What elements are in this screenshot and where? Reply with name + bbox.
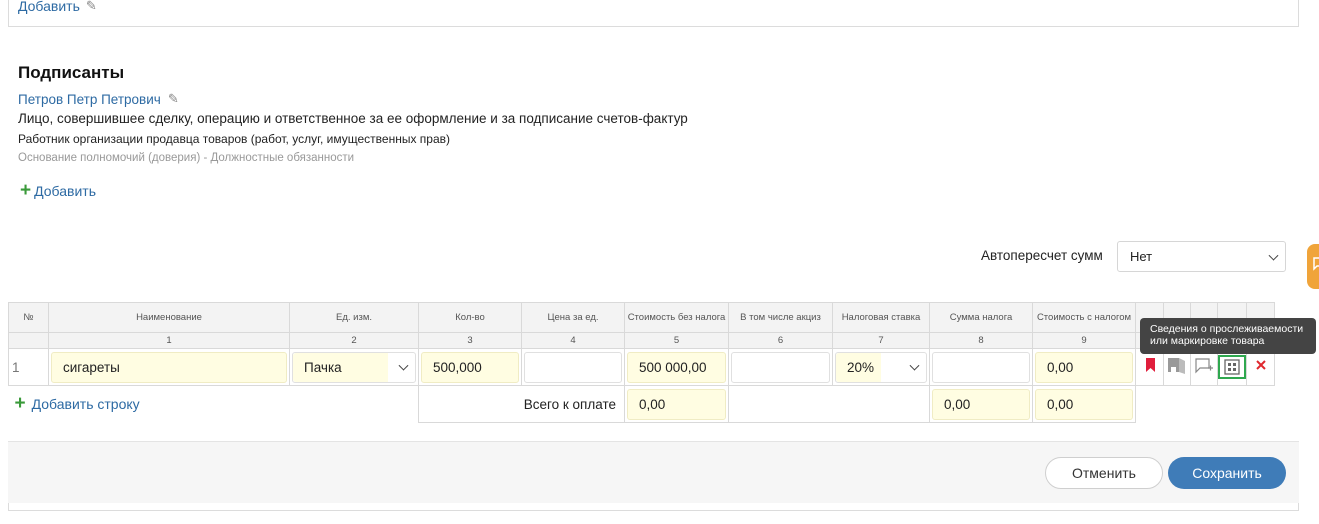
col-header-name: Наименование [48,302,290,333]
col-header-cost-no-tax: Стоимость без налога [624,302,729,333]
chevron-down-icon [1268,250,1279,261]
cost-no-tax-cell: 500 000,00 [624,348,729,386]
bookmark-icon[interactable] [1143,357,1157,373]
delete-cell [1246,348,1275,386]
tax-rate-select[interactable]: 20% [835,351,927,383]
tooltip-line1: Сведения о прослеживаемости [1150,323,1304,335]
signer-role: Лицо, совершившее сделку, операцию и отв… [18,111,688,126]
col-number: 9 [1032,332,1136,349]
pencil-icon[interactable]: ✎ [168,91,179,107]
cost-no-tax-input[interactable]: 500 000,00 [627,351,726,383]
col-header-excise: В том числе акциз [728,302,833,333]
top-add-link[interactable]: Добавить ✎ [18,0,97,14]
comment-icon [1313,257,1319,271]
total-empty-cell [728,385,930,423]
items-table: № Наименование Ед. изм. Кол-во Цена за е… [8,302,1275,423]
unit-select[interactable]: Пачка [292,351,416,383]
total-blank [1136,386,1275,423]
total-with-tax-cell: 0,00 [1032,385,1136,423]
col-header-num: № [8,302,49,333]
chevron-down-icon [398,360,409,371]
excise-input[interactable] [731,351,830,383]
col-number: 2 [289,332,419,349]
col-number: 5 [624,332,729,349]
total-cost-no-tax: 0,00 [627,388,726,420]
bookmark-cell [1135,348,1164,386]
comment-cell [1190,348,1218,386]
tax-sum-cell [929,348,1033,386]
tax-sum-input[interactable] [932,351,1030,383]
plus-icon: + [20,180,32,201]
add-row-cell: + Добавить строку [8,385,419,423]
qty-cell: 500,000 [418,348,522,386]
traceability-icon [1224,358,1240,375]
total-with-tax: 0,00 [1035,388,1133,420]
col-number-empty [8,332,49,349]
plus-icon: + [14,393,26,415]
col-number: 4 [521,332,625,349]
signer-name[interactable]: Петров Петр Петрович [18,92,161,107]
col-number: 8 [929,332,1033,349]
delete-icon[interactable] [1255,359,1267,371]
recalc-value: Нет [1130,249,1153,264]
total-row: + Добавить строку Всего к оплате 0,00 0,… [8,385,1275,423]
col-number: 7 [832,332,930,349]
top-add-label[interactable]: Добавить [18,0,80,14]
col-number: 1 [48,332,290,349]
signer-authority: Основание полномочий (доверия) - Должнос… [18,152,355,164]
table-row: 1 сигареты Пачка 500,000 500 000,00 20% … [8,348,1275,386]
traceability-button[interactable] [1218,354,1246,379]
total-tax: 0,00 [932,388,1030,420]
price-input[interactable] [524,351,622,383]
col-header-cost-with-tax: Стоимость с налогом [1032,302,1136,333]
feedback-tab[interactable] [1307,244,1319,289]
excise-cell [728,348,833,386]
tax-rate-value: 20% [847,359,875,375]
col-number-row: 1 2 3 4 5 6 7 8 9 [8,332,1275,349]
total-tax-cell: 0,00 [929,385,1033,423]
product-card-cell [1163,348,1191,386]
tooltip-line2: или маркировке товара [1150,335,1265,347]
product-card-icon[interactable] [1166,355,1188,375]
col-header-tax-rate: Налоговая ставка [832,302,930,333]
recalc-select[interactable]: Нет [1117,241,1286,272]
table-header-row: № Наименование Ед. изм. Кол-во Цена за е… [8,302,1275,333]
traceability-tooltip: Сведения о прослеживаемости или маркиров… [1140,318,1316,354]
cost-with-tax-input[interactable]: 0,00 [1035,351,1133,383]
form-footer: Отменить Сохранить [8,441,1299,503]
save-button[interactable]: Сохранить [1168,457,1286,489]
tax-rate-cell: 20% [832,348,930,386]
col-header-tax-sum: Сумма налога [929,302,1033,333]
qty-input[interactable]: 500,000 [421,351,519,383]
col-number: 6 [728,332,833,349]
recalc-label: Автопересчет сумм [981,248,1103,263]
cost-with-tax-cell: 0,00 [1032,348,1136,386]
col-header-unit: Ед. изм. [289,302,419,333]
total-label: Всего к оплате [418,385,625,423]
add-row-label[interactable]: Добавить строку [32,396,140,412]
pencil-icon[interactable]: ✎ [86,0,97,14]
top-panel [8,0,1299,27]
signers-title: Подписанты [18,63,125,82]
signer-position: Работник организации продавца товаров (р… [18,132,450,146]
add-signer-label[interactable]: Добавить [34,183,96,199]
signer-person[interactable]: Петров Петр Петрович ✎ [18,91,179,107]
col-header-price: Цена за ед. [521,302,625,333]
traceability-cell [1217,348,1247,386]
form-bottom-edge [8,503,1299,511]
row-num: 1 [8,348,49,386]
name-input[interactable]: сигареты [51,351,287,383]
cancel-button[interactable]: Отменить [1045,457,1163,489]
unit-value: Пачка [304,359,342,375]
add-signer-button[interactable]: + Добавить [20,180,96,201]
add-row-button[interactable]: + Добавить строку [9,393,419,415]
price-cell [521,348,625,386]
col-header-qty: Кол-во [418,302,522,333]
add-comment-icon[interactable] [1194,356,1214,374]
name-cell: сигареты [48,348,290,386]
total-cost-cell: 0,00 [624,385,729,423]
unit-cell: Пачка [289,348,419,386]
col-number: 3 [418,332,522,349]
chevron-down-icon [909,360,920,371]
